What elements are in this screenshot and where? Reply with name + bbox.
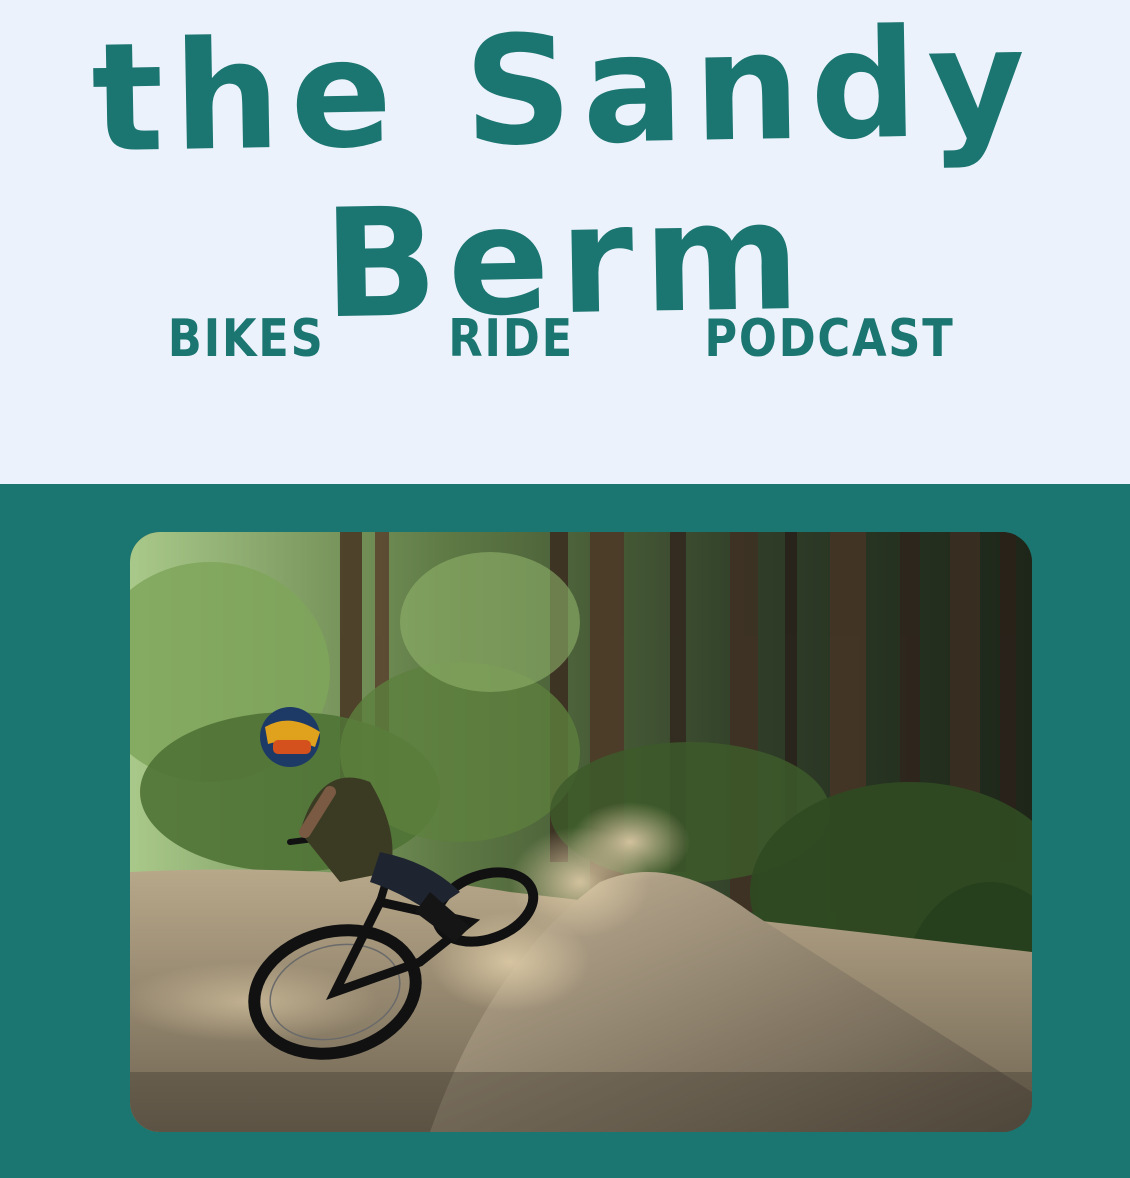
site-title-logo[interactable]: the Sandy Berm (0, 0, 1130, 356)
hero-photo (130, 532, 1032, 1132)
main-nav: BIKES RIDE PODCAST (0, 306, 1130, 372)
nav-link-ride[interactable]: RIDE (448, 309, 574, 369)
nav-link-bikes[interactable]: BIKES (168, 309, 325, 369)
hero-photo-illustration (130, 532, 1032, 1132)
nav-link-podcast[interactable]: PODCAST (704, 309, 954, 369)
site-header: the Sandy Berm BIKES RIDE PODCAST (0, 0, 1130, 484)
